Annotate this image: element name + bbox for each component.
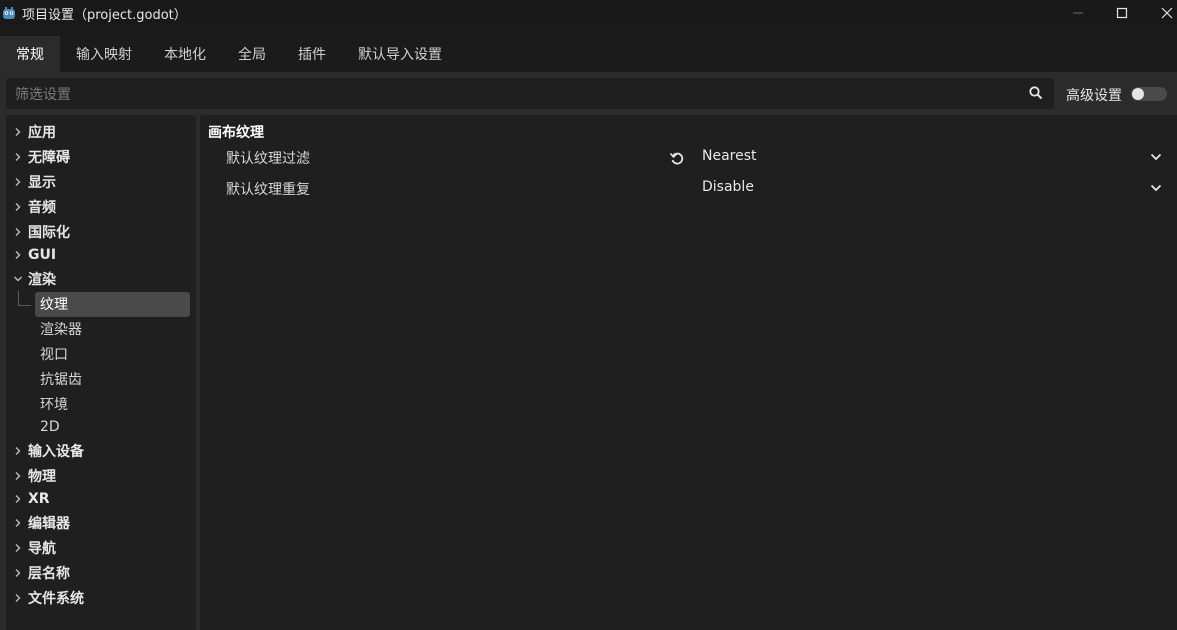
tree-item-label: GUI (28, 247, 57, 263)
tree-item-2d[interactable]: 2D (6, 416, 196, 438)
chevron-right-icon (15, 472, 21, 480)
tree-item-application[interactable]: 应用 (6, 121, 196, 143)
tab-plugins[interactable]: 插件 (282, 36, 342, 72)
toggle-knob (1132, 88, 1144, 100)
tree-item-label: 渲染器 (40, 322, 82, 338)
tab-input-map[interactable]: 输入映射 (60, 36, 148, 72)
tab-globals[interactable]: 全局 (222, 36, 282, 72)
tree-item-label: 显示 (28, 175, 56, 191)
dropdown-arrow-icon[interactable] (1149, 150, 1163, 164)
chevron-right-icon (15, 128, 21, 136)
chevron-right-icon (15, 544, 21, 552)
tree-item-label: 层名称 (28, 566, 70, 582)
tree-item-label: 文件系统 (28, 591, 84, 607)
advanced-settings-toggle[interactable] (1131, 87, 1167, 101)
texture-filter-select[interactable]: Nearest (702, 148, 757, 164)
tree-item-label: 音频 (28, 200, 56, 216)
tab-localization[interactable]: 本地化 (148, 36, 222, 72)
tree-item-accessibility[interactable]: 无障碍 (6, 146, 196, 168)
tree-item-viewport[interactable]: 视口 (6, 343, 196, 365)
tree-item-label: 2D (40, 419, 60, 435)
chevron-right-icon (15, 495, 21, 503)
chevron-down-icon (14, 276, 22, 282)
section-title: 画布纹理 (208, 125, 264, 141)
tree-item-xr[interactable]: XR (6, 488, 196, 510)
tree-item-label: 环境 (40, 397, 68, 413)
tree-item-label: XR (28, 491, 50, 507)
tree-item-label: 纹理 (40, 297, 68, 313)
chevron-right-icon (15, 203, 21, 211)
tree-item-audio[interactable]: 音频 (6, 196, 196, 218)
tree-item-display[interactable]: 显示 (6, 171, 196, 193)
godot-logo-icon (3, 7, 15, 19)
tree-item-label: 应用 (28, 125, 56, 141)
title-bar: 项目设置（project.godot） (0, 0, 1177, 26)
tree-item-label: 视口 (40, 347, 68, 363)
property-inspector: 画布纹理 默认纹理过滤 Nearest 默认纹理重复 Disable (200, 115, 1177, 630)
filter-settings-input[interactable]: 筛选设置 (6, 78, 1054, 109)
tree-item-anti-aliasing[interactable]: 抗锯齿 (6, 368, 196, 390)
tab-import-defaults[interactable]: 默认导入设置 (342, 36, 458, 72)
maximize-button[interactable] (1099, 0, 1145, 26)
dropdown-arrow-icon[interactable] (1149, 181, 1163, 195)
tree-item-environment[interactable]: 环境 (6, 393, 196, 415)
close-icon (1161, 7, 1173, 19)
chevron-right-icon (15, 519, 21, 527)
chevron-right-icon (15, 594, 21, 602)
window-title: 项目设置（project.godot） (22, 7, 187, 23)
tree-item-filesystem[interactable]: 文件系统 (6, 587, 196, 609)
tree-item-label: 编辑器 (28, 516, 70, 532)
tree-item-label: 输入设备 (28, 444, 84, 460)
tree-item-textures[interactable]: 纹理 (6, 293, 196, 315)
property-label: 默认纹理重复 (226, 182, 310, 198)
tree-item-label: 导航 (28, 541, 56, 557)
tree-item-gui[interactable]: GUI (6, 244, 196, 266)
close-button[interactable] (1144, 0, 1177, 26)
advanced-settings-label: 高级设置 (1066, 88, 1122, 104)
minimize-button[interactable] (1055, 0, 1101, 26)
chevron-right-icon (15, 228, 21, 236)
tree-item-editor[interactable]: 编辑器 (6, 512, 196, 534)
tree-item-label: 国际化 (28, 225, 70, 241)
minimize-icon (1073, 12, 1083, 14)
tree-item-navigation[interactable]: 导航 (6, 537, 196, 559)
tree-item-internationalization[interactable]: 国际化 (6, 221, 196, 243)
tab-general[interactable]: 常规 (0, 36, 60, 72)
tree-item-label: 抗锯齿 (40, 372, 82, 388)
maximize-icon (1116, 7, 1128, 19)
tree-item-physics[interactable]: 物理 (6, 465, 196, 487)
tree-item-renderer[interactable]: 渲染器 (6, 318, 196, 340)
tree-item-label: 物理 (28, 469, 56, 485)
property-label: 默认纹理过滤 (226, 151, 310, 167)
chevron-right-icon (15, 447, 21, 455)
chevron-right-icon (15, 569, 21, 577)
settings-tree: 应用 无障碍 显示 音频 国际化 GUI 渲染 纹理 渲染器 视口 抗锯齿 环境… (6, 115, 196, 630)
tree-item-label: 无障碍 (28, 150, 70, 166)
tree-item-input-devices[interactable]: 输入设备 (6, 440, 196, 462)
tree-item-label: 渲染 (28, 272, 56, 288)
texture-repeat-select[interactable]: Disable (702, 179, 754, 195)
chevron-right-icon (15, 251, 21, 259)
chevron-right-icon (15, 178, 21, 186)
tree-item-rendering[interactable]: 渲染 (6, 268, 196, 290)
tree-item-layer-names[interactable]: 层名称 (6, 562, 196, 584)
chevron-right-icon (15, 153, 21, 161)
revert-icon[interactable] (669, 150, 685, 166)
tab-bar: 常规 输入映射 本地化 全局 插件 默认导入设置 (0, 36, 1177, 72)
search-icon (1029, 86, 1043, 100)
search-placeholder: 筛选设置 (15, 86, 71, 103)
